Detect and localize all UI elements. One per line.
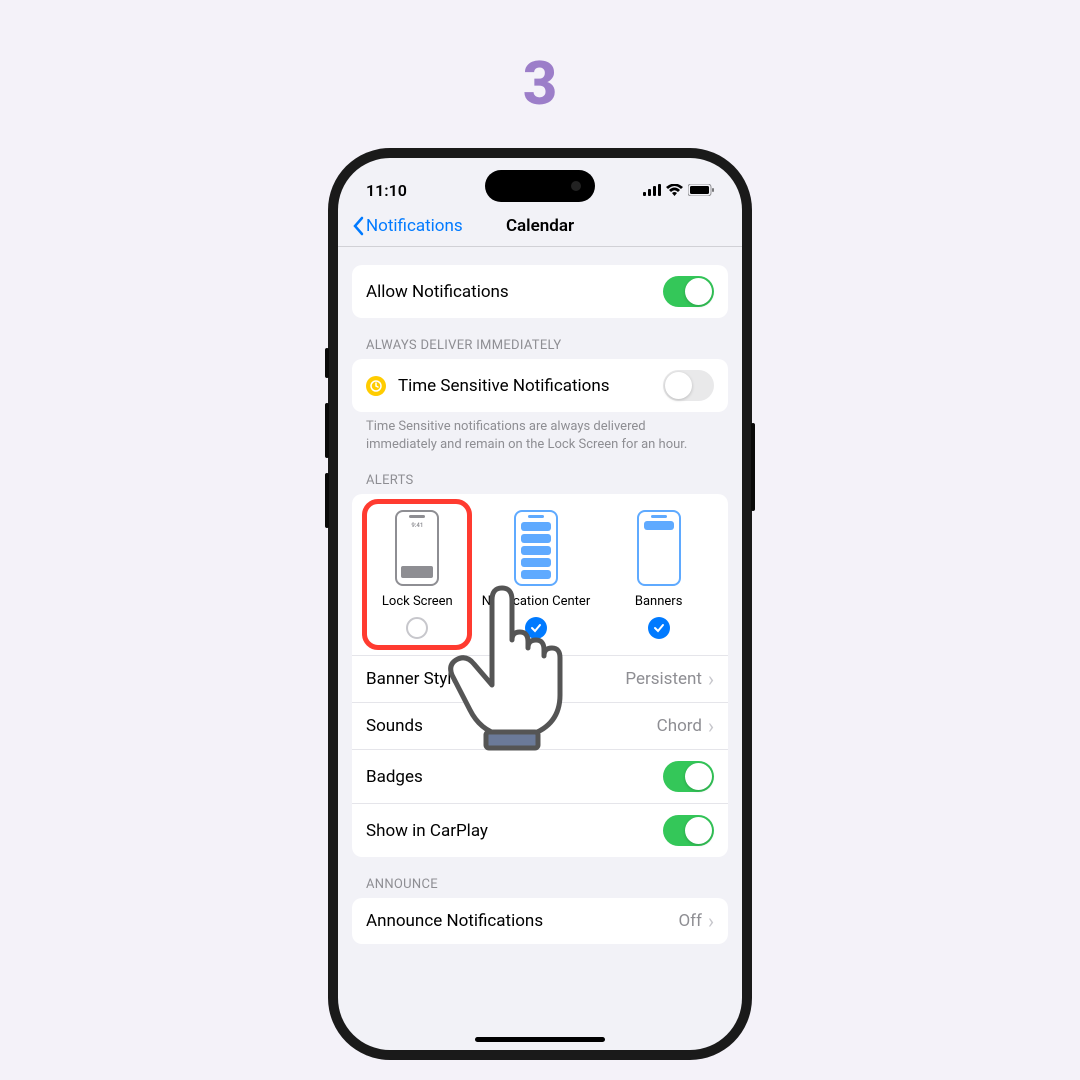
row-label: Badges — [366, 767, 423, 787]
chevron-right-icon: › — [708, 714, 714, 738]
row-label: Announce Notifications — [366, 911, 543, 931]
home-indicator[interactable] — [475, 1037, 605, 1042]
chevron-left-icon — [352, 216, 364, 236]
dynamic-island — [485, 170, 595, 202]
row-value: Persistent — [625, 669, 702, 689]
nav-bar: Notifications Calendar — [338, 208, 742, 247]
banners-icon — [637, 510, 681, 586]
alert-checkbox[interactable] — [648, 617, 670, 639]
time-sensitive-row[interactable]: Time Sensitive Notifications — [352, 359, 728, 412]
announce-row[interactable]: Announce Notifications Off › — [352, 898, 728, 944]
carplay-row[interactable]: Show in CarPlay — [352, 803, 728, 857]
battery-icon — [688, 184, 714, 196]
allow-label: Allow Notifications — [366, 282, 509, 302]
deliver-header: ALWAYS DELIVER IMMEDIATELY — [366, 338, 714, 353]
page-title: Calendar — [506, 216, 574, 236]
notification-center-icon — [514, 510, 558, 586]
row-label: Sounds — [366, 716, 423, 736]
allow-notifications-row[interactable]: Allow Notifications — [352, 265, 728, 318]
row-value: Chord — [657, 716, 702, 736]
chevron-right-icon: › — [708, 667, 714, 691]
tap-hand-icon — [430, 580, 580, 760]
back-label: Notifications — [366, 216, 463, 236]
clock-icon — [366, 376, 386, 396]
row-value: Off — [678, 911, 702, 931]
step-number: 3 — [523, 48, 558, 119]
badges-toggle[interactable] — [663, 761, 714, 792]
alert-banners[interactable]: Banners — [604, 510, 714, 639]
signal-icon — [643, 184, 661, 196]
alert-checkbox[interactable] — [406, 617, 428, 639]
status-time: 11:10 — [366, 181, 407, 200]
time-sensitive-toggle[interactable] — [663, 370, 714, 401]
wifi-icon — [666, 184, 683, 196]
time-sensitive-label: Time Sensitive Notifications — [398, 376, 610, 396]
alerts-header: ALERTS — [366, 473, 714, 488]
carplay-toggle[interactable] — [663, 815, 714, 846]
chevron-right-icon: › — [708, 909, 714, 933]
alert-label: Banners — [635, 594, 683, 609]
deliver-footer: Time Sensitive notifications are always … — [366, 418, 714, 453]
announce-header: ANNOUNCE — [366, 877, 714, 892]
allow-toggle[interactable] — [663, 276, 714, 307]
back-button[interactable]: Notifications — [352, 216, 463, 236]
lock-screen-icon: 9:41 — [395, 510, 439, 586]
row-label: Show in CarPlay — [366, 821, 488, 841]
